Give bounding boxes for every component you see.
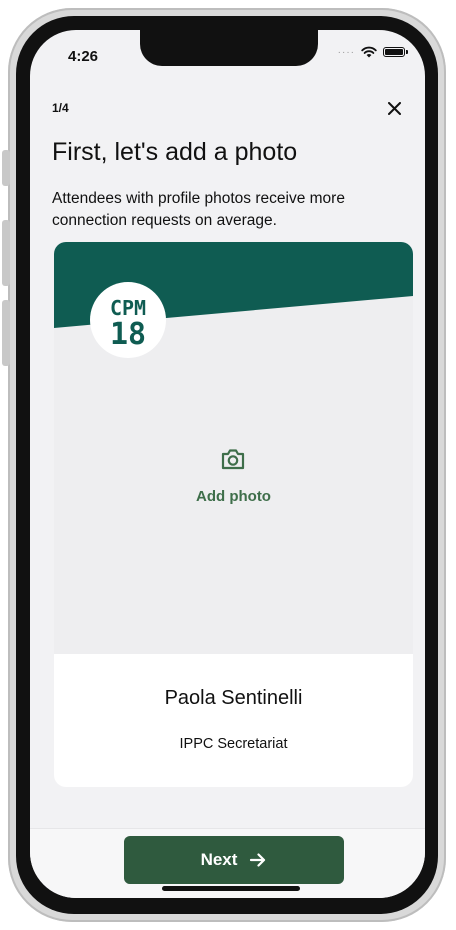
page-title: First, let's add a photo bbox=[52, 138, 298, 166]
svg-text:18: 18 bbox=[110, 317, 146, 351]
page-subtitle: Attendees with profile photos receive mo… bbox=[52, 190, 345, 229]
attendee-name: Paola Sentinelli bbox=[164, 687, 303, 709]
close-button[interactable] bbox=[384, 98, 404, 118]
add-photo-label: Add photo bbox=[196, 488, 271, 505]
event-logo-mark: CPM 18 bbox=[110, 296, 146, 351]
volume-up-button bbox=[2, 220, 10, 286]
mute-switch bbox=[2, 150, 10, 186]
home-indicator[interactable] bbox=[162, 886, 300, 891]
notch bbox=[140, 30, 318, 66]
wifi-icon bbox=[361, 46, 377, 58]
add-photo-area[interactable]: CPM 18 Add photo bbox=[54, 242, 413, 654]
next-button-label: Next bbox=[200, 850, 238, 869]
camera-icon bbox=[221, 449, 245, 470]
signal-icon: ···· bbox=[337, 46, 355, 58]
status-icons: ···· bbox=[337, 46, 408, 58]
app-screen: 4:26 ···· 1/4 First, let's add a photo A… bbox=[30, 30, 425, 898]
step-indicator: 1/4 bbox=[52, 101, 69, 115]
close-icon bbox=[387, 101, 401, 115]
next-button[interactable]: Next bbox=[124, 836, 344, 884]
volume-down-button bbox=[2, 300, 10, 366]
battery-icon bbox=[383, 47, 408, 57]
arrow-right-icon bbox=[250, 853, 266, 867]
attendee-organization: IPPC Secretariat bbox=[179, 736, 288, 752]
profile-card: CPM 18 Add photo Paola Sentinelli IPPC S… bbox=[54, 242, 413, 787]
event-logo: CPM 18 bbox=[90, 282, 166, 358]
status-time: 4:26 bbox=[68, 48, 99, 65]
